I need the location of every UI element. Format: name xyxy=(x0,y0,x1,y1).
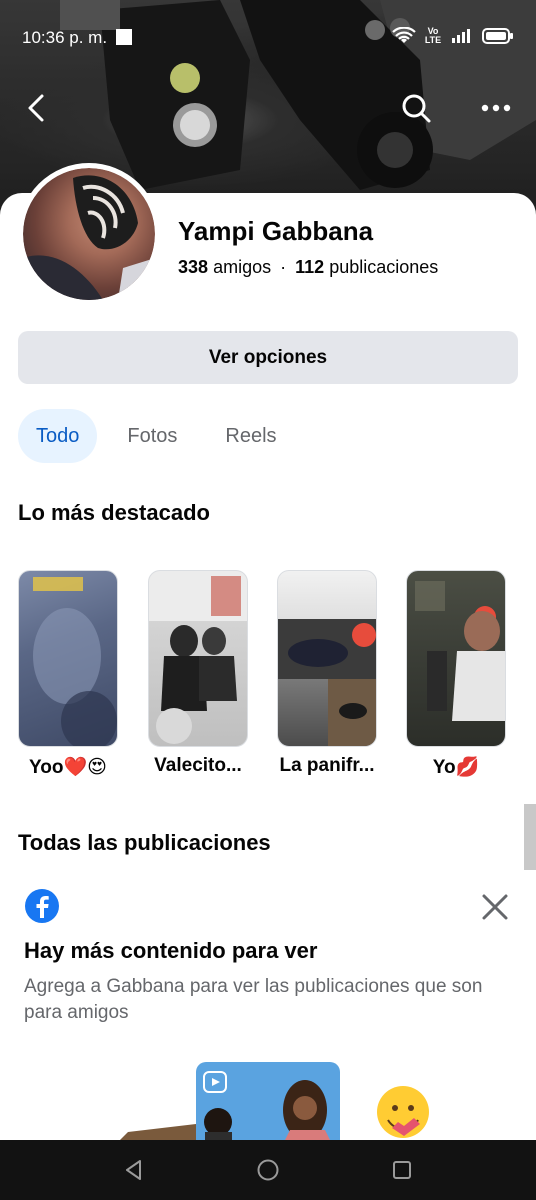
highlight-label: Yoo❤️😍 xyxy=(29,757,107,778)
scrollbar[interactable] xyxy=(524,804,536,870)
nav-back-icon[interactable] xyxy=(122,1158,146,1182)
promo-illustration-image xyxy=(120,1062,429,1140)
search-button[interactable] xyxy=(400,92,432,124)
highlight-thumb-art-3 xyxy=(278,619,376,746)
highlight-label: La panifr... xyxy=(279,755,375,776)
volte-indicator: Vo LTE xyxy=(424,26,442,45)
battery-icon xyxy=(482,28,513,44)
profile-tabs: Todo Fotos Reels xyxy=(18,409,307,463)
avatar-hair-design-image xyxy=(23,175,155,300)
highlight-item[interactable]: Valecito... xyxy=(148,570,248,777)
highlight-thumb-art-1 xyxy=(33,577,117,746)
highlight-item[interactable]: La panifr... xyxy=(277,570,377,777)
tab-todo[interactable]: Todo xyxy=(18,409,98,463)
add-friend-illustration xyxy=(0,1040,536,1140)
status-time: 10:36 p. m. xyxy=(22,28,108,47)
tab-reels[interactable]: Reels xyxy=(207,409,294,463)
highlight-label: Yo💋 xyxy=(432,757,480,778)
more-options-button[interactable] xyxy=(480,98,512,118)
highlight-thumbnail xyxy=(18,570,118,747)
posts-count: 112 xyxy=(295,257,325,277)
friends-count[interactable]: 338 xyxy=(178,257,208,277)
friends-label[interactable]: amigos xyxy=(213,257,271,277)
profile-stats: 338 amigos · 112 publicaciones xyxy=(178,257,438,278)
signal-icon xyxy=(452,29,470,43)
highlight-thumb-art-4 xyxy=(415,581,505,721)
stats-separator: · xyxy=(280,257,287,277)
profile-name: Yampi Gabbana xyxy=(178,216,374,246)
highlights-title: Lo más destacado xyxy=(18,500,210,525)
system-nav-bar xyxy=(0,1140,536,1200)
notice-title: Hay más contenido para ver xyxy=(24,938,318,963)
notice-body: Agrega a Gabbana para ver las publicacio… xyxy=(24,976,483,1023)
close-button[interactable] xyxy=(480,892,510,922)
facebook-icon xyxy=(25,889,59,923)
notification-icon xyxy=(116,29,132,45)
highlight-thumbnail xyxy=(277,570,377,747)
profile-avatar[interactable] xyxy=(18,163,160,305)
avatar-photo xyxy=(23,168,155,300)
status-bar: 10:36 p. m. Vo LTE xyxy=(0,22,536,54)
status-icons: Vo LTE xyxy=(392,27,514,45)
highlights-row: Yoo❤️😍 Valecito... La panifr... Yo💋 xyxy=(18,570,536,790)
posts-label: publicaciones xyxy=(329,257,439,277)
tab-fotos[interactable]: Fotos xyxy=(109,409,195,463)
nav-home-icon[interactable] xyxy=(256,1158,280,1182)
wifi-icon xyxy=(392,27,416,43)
highlight-item[interactable]: Yo💋 xyxy=(406,570,506,779)
back-button[interactable] xyxy=(22,92,52,124)
highlight-thumbnail xyxy=(406,570,506,747)
highlight-label: Valecito... xyxy=(154,755,242,776)
highlight-thumb-art-2 xyxy=(149,571,247,744)
posts-section-title: Todas las publicaciones xyxy=(18,830,271,855)
highlight-thumbnail xyxy=(148,570,248,747)
view-options-button[interactable]: Ver opciones xyxy=(18,331,518,384)
highlight-item[interactable]: Yoo❤️😍 xyxy=(18,570,118,779)
nav-recents-icon[interactable] xyxy=(390,1158,414,1182)
